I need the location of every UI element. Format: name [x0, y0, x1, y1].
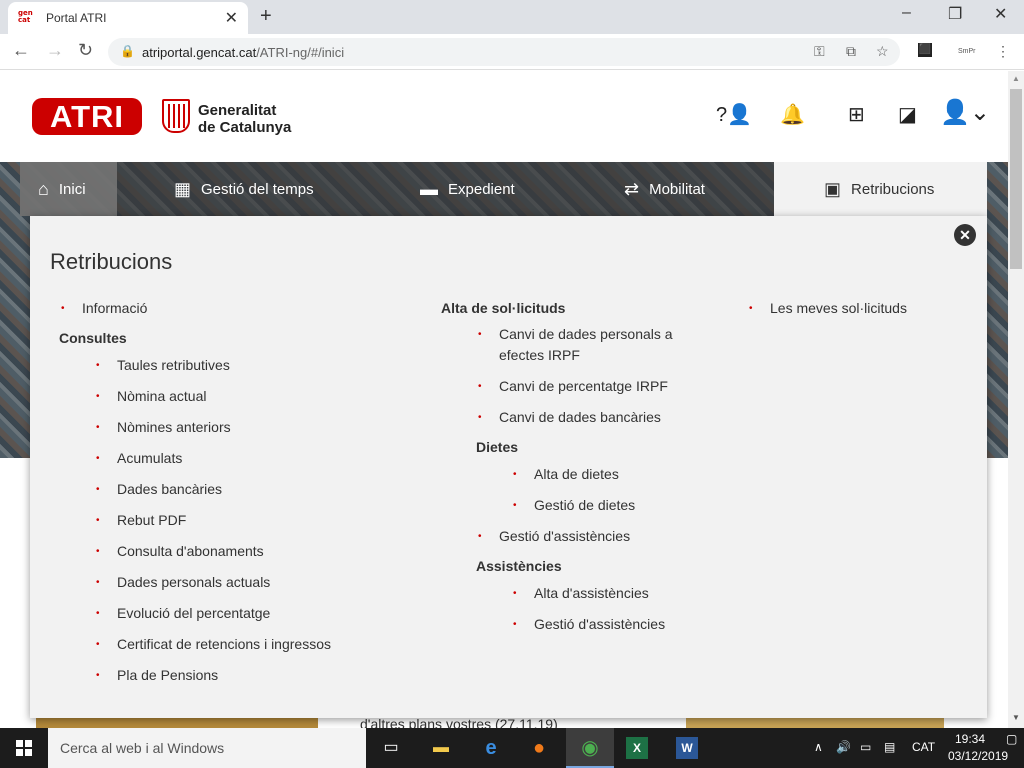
menu-item[interactable]: • Pla de Pensions: [96, 665, 218, 686]
firefox-icon[interactable]: ●: [526, 736, 552, 760]
menu-item[interactable]: • Dades personals actuals: [96, 572, 270, 593]
url-text: atriportal.gencat.cat/ATRI-ng/#/inici: [142, 45, 345, 60]
menu-heading-assistencies: Assistències: [476, 558, 562, 574]
task-view-icon[interactable]: ▭: [378, 736, 404, 760]
menu-item[interactable]: • Taules retributives: [96, 355, 230, 376]
reload-icon[interactable]: ↻: [78, 40, 93, 61]
gencat-favicon-icon: gen cat: [18, 9, 33, 24]
main-nav: ⌂ Inici ▦ Gestió del temps ▬ Expedient ⇄…: [20, 162, 987, 216]
generalitat-name: Generalitat de Catalunya: [198, 102, 292, 136]
scroll-thumb[interactable]: [1010, 89, 1022, 269]
exchange-icon: ⇄: [624, 178, 640, 199]
restore-icon[interactable]: ❐: [948, 4, 962, 24]
note-icon[interactable]: ◪: [898, 102, 917, 127]
menu-item[interactable]: • Canvi de percentatge IRPF: [478, 376, 668, 397]
nav-item-mobilitat[interactable]: ⇄ Mobilitat: [624, 162, 705, 216]
menu-item[interactable]: • Consulta d'abonaments: [96, 541, 264, 562]
menu-heading-consultes: Consultes: [59, 330, 127, 346]
nav-item-retribucions[interactable]: ▣ Retribucions: [774, 162, 987, 216]
tab-title: Portal ATRI: [46, 11, 107, 25]
menu-item[interactable]: • Acumulats: [96, 448, 182, 469]
translate-icon[interactable]: ⧉: [846, 43, 856, 60]
key-icon[interactable]: ⚿: [814, 43, 825, 60]
menu-item[interactable]: • Evolució del percentatge: [96, 603, 270, 624]
network-icon[interactable]: ▭: [860, 740, 871, 754]
address-bar[interactable]: 🔒 atriportal.gencat.cat/ATRI-ng/#/inici …: [108, 38, 900, 66]
browser-toolbar: ← → ↻ 🔒 atriportal.gencat.cat/ATRI-ng/#/…: [0, 34, 1024, 70]
menu-item[interactable]: • Rebut PDF: [96, 510, 186, 531]
windows-start-icon[interactable]: [16, 740, 32, 756]
panel-title: Retribucions: [50, 249, 173, 274]
scroll-up-icon[interactable]: ▲: [1012, 74, 1020, 83]
notifications-icon[interactable]: ▢: [1006, 732, 1017, 746]
message-icon[interactable]: ▤: [884, 740, 895, 754]
nav-item-gestio-temps[interactable]: ▦ Gestió del temps: [174, 162, 314, 216]
new-tab-icon[interactable]: +: [260, 5, 272, 28]
menu-item[interactable]: • Gestió d'assistències: [478, 526, 630, 547]
sitemap-icon[interactable]: ⊞: [848, 102, 865, 127]
pdf-extension-icon[interactable]: ⬛: [918, 43, 932, 57]
menu-item[interactable]: • Gestió de dietes: [513, 495, 635, 516]
menu-heading-alta-sollicituds: Alta de sol·licituds: [441, 300, 566, 316]
browser-tab[interactable]: gen cat Portal ATRI ✕: [8, 2, 248, 34]
menu-item[interactable]: • Canvi de dades personals a efectes IRPF: [478, 324, 699, 366]
folder-icon: ▬: [420, 178, 438, 199]
back-icon[interactable]: ←: [12, 40, 30, 61]
more-menu-icon[interactable]: ⋮: [996, 43, 1010, 60]
menu-item[interactable]: • Nòmina actual: [96, 386, 207, 407]
site-header: ATRI Generalitat de Catalunya ?👤 🔔 ⊞ ◪ 👤…: [0, 71, 1008, 162]
edge-icon[interactable]: e: [478, 736, 504, 760]
menu-item[interactable]: • Alta de dietes: [513, 464, 619, 485]
tab-close-icon[interactable]: ✕: [225, 8, 238, 28]
calendar-icon: ▦: [174, 178, 192, 199]
scroll-down-icon[interactable]: ▼: [1012, 713, 1020, 722]
menu-item[interactable]: • Gestió d'assistències: [513, 614, 665, 635]
forward-icon[interactable]: →: [46, 40, 64, 61]
word-icon[interactable]: W: [676, 737, 698, 759]
generalitat-emblem-icon: [162, 99, 190, 133]
close-panel-icon[interactable]: ✕: [954, 224, 976, 246]
volume-icon[interactable]: 🔊: [836, 740, 851, 754]
page-scrollbar[interactable]: ▲ ▼: [1008, 71, 1024, 728]
atri-logo[interactable]: ATRI: [32, 98, 142, 135]
bell-icon[interactable]: 🔔: [780, 102, 805, 127]
star-icon[interactable]: ☆: [876, 43, 889, 60]
language-indicator[interactable]: CAT: [912, 740, 935, 754]
retribucions-menu-panel: ✕ Retribucions • Informació Consultes • Ta…: [30, 216, 987, 718]
close-window-icon[interactable]: ✕: [994, 4, 1007, 24]
file-explorer-icon[interactable]: ▬: [428, 736, 454, 760]
taskbar-clock[interactable]: 19:34 03/12/2019: [948, 731, 1008, 765]
nav-item-inici[interactable]: ⌂ Inici: [20, 162, 117, 216]
home-icon: ⌂: [38, 178, 49, 199]
menu-item-informacio[interactable]: • Informació: [61, 298, 147, 319]
user-account-icon[interactable]: 👤⌄: [940, 98, 990, 127]
wallet-icon: ▣: [824, 178, 842, 199]
user-help-icon[interactable]: ?👤: [716, 102, 752, 127]
browser-tab-strip: gen cat Portal ATRI ✕ + – ❐ ✕: [0, 0, 1024, 34]
chrome-icon[interactable]: ◉: [577, 736, 603, 760]
menu-item[interactable]: • Canvi de dades bancàries: [478, 407, 661, 428]
minimize-icon[interactable]: –: [902, 4, 911, 22]
lock-icon: 🔒: [120, 44, 135, 58]
menu-item[interactable]: • Alta d'assistències: [513, 583, 649, 604]
extension-icon[interactable]: SmPr: [958, 48, 976, 55]
menu-item[interactable]: • Dades bancàries: [96, 479, 222, 500]
menu-item-meves-sollicituds[interactable]: • Les meves sol·licituds: [749, 298, 907, 319]
windows-taskbar: Cerca al web i al Windows ▭ ▬ e ● ◉ X W …: [0, 728, 1024, 768]
menu-heading-dietes: Dietes: [476, 439, 519, 455]
nav-item-expedient[interactable]: ▬ Expedient: [420, 162, 515, 216]
taskbar-search-input[interactable]: Cerca al web i al Windows: [48, 728, 366, 768]
tray-chevron-icon[interactable]: ∧: [814, 740, 823, 754]
menu-item[interactable]: • Certificat de retencions i ingressos: [96, 634, 331, 655]
excel-icon[interactable]: X: [626, 737, 648, 759]
menu-item[interactable]: • Nòmines anteriors: [96, 417, 231, 438]
